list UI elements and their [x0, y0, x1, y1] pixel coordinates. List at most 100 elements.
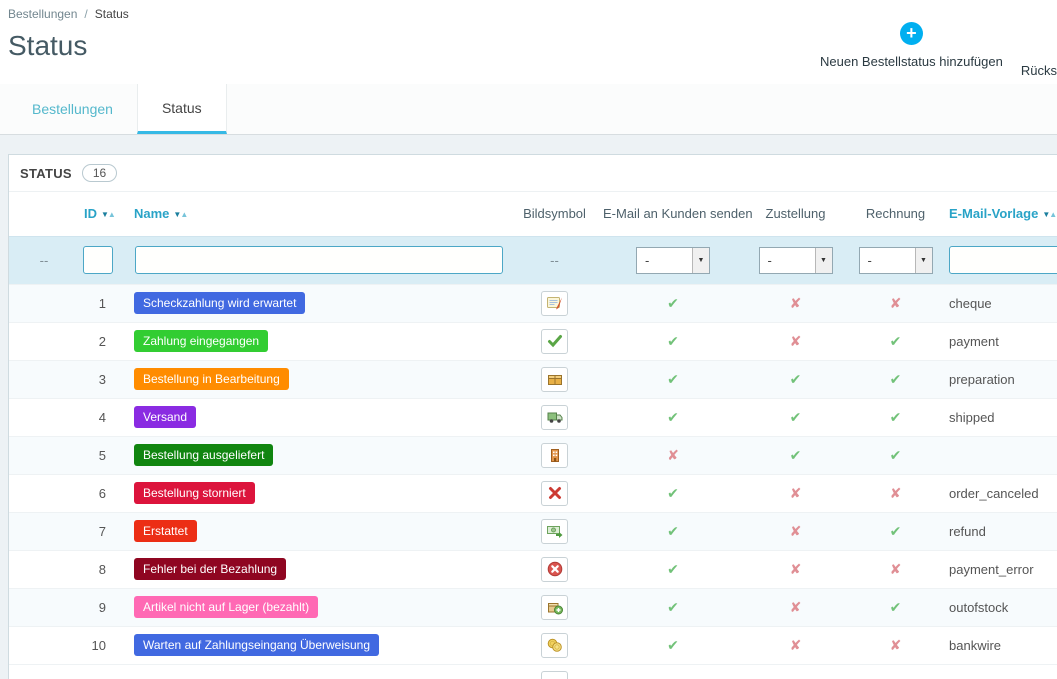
table-row-partial: [9, 663, 1057, 679]
sort-desc-icon[interactable]: ▼: [101, 210, 109, 219]
row-template: preparation: [943, 359, 1057, 398]
row-template: [943, 435, 1057, 474]
row-select-cell: [9, 587, 79, 626]
sort-asc-icon[interactable]: ▲: [108, 210, 116, 219]
status-badge: Scheckzahlung wird erwartet: [134, 292, 306, 314]
row-select-cell: [9, 397, 79, 436]
cross-icon: ✘: [789, 598, 802, 615]
page-header: Bestellungen / Status Status + Neuen Beste…: [0, 0, 1057, 84]
row-template: bankwire: [943, 625, 1057, 664]
header-zustellung-label: Zustellung: [765, 206, 826, 222]
chevron-down-icon: ▼: [914, 247, 932, 273]
tab-status[interactable]: Status: [136, 84, 227, 134]
check-icon: ✔: [667, 560, 679, 577]
returns-button[interactable]: Rücksendungen: [1021, 22, 1057, 78]
row-select-cell: [9, 473, 79, 512]
package-icon: [541, 366, 568, 392]
delivered-icon: [541, 442, 568, 468]
content-area: STATUS 16 ID ▼▲ Name ▼▲ Bildsymbol E-Mai…: [0, 135, 1057, 679]
check-icon: ✔: [667, 522, 679, 539]
table-row[interactable]: 8 Fehler bei der Bezahlung ✔ ✘ ✘ payment_erro…: [9, 549, 1057, 588]
row-id: 9: [79, 587, 134, 626]
header-rechnung: Rechnung: [848, 192, 943, 236]
cheque-icon: [541, 290, 568, 316]
table-row[interactable]: 10 Warten auf Zahlungseingang Überweisung…: [9, 625, 1057, 664]
check-icon: ✔: [667, 370, 679, 387]
row-template: shipped: [943, 397, 1057, 436]
row-select-cell: [9, 625, 79, 664]
bankwire-icon: [541, 632, 568, 658]
row-select-cell: [9, 435, 79, 474]
header-rechnung-label: Rechnung: [865, 206, 926, 222]
chevron-down-icon: ▼: [814, 247, 832, 273]
sort-asc-icon[interactable]: ▲: [1049, 210, 1057, 219]
cross-icon: ✘: [789, 560, 802, 577]
row-select-cell: [9, 359, 79, 398]
status-table-body: 1 Scheckzahlung wird erwartet ✔ ✘ ✘ cheque 2 Za…: [9, 283, 1057, 679]
row-id: 3: [79, 359, 134, 398]
cross-icon: ✘: [789, 332, 802, 349]
filter-zustellung-select-value: -: [767, 252, 772, 268]
cross-icon: ✘: [789, 636, 802, 653]
check-icon: ✔: [889, 370, 902, 387]
accept-icon: [541, 328, 568, 354]
breadcrumb-parent[interactable]: Bestellungen: [8, 7, 77, 21]
row-select-cell: [9, 511, 79, 550]
check-icon: ✔: [789, 446, 802, 463]
add-order-status-button[interactable]: + Neuen Bestellstatus hinzufügen: [820, 22, 1003, 78]
table-row[interactable]: 9 Artikel nicht auf Lager (bezahlt) ✔ ✘ ✔ out…: [9, 587, 1057, 626]
table-row[interactable]: 2 Zahlung eingegangen ✔ ✘ ✔ payment: [9, 321, 1057, 360]
row-template: payment: [943, 321, 1057, 360]
row-select-cell: [9, 283, 79, 322]
filter-name-input[interactable]: [135, 246, 503, 274]
status-table: ID ▼▲ Name ▼▲ Bildsymbol E-Mail an Kunden …: [9, 192, 1057, 679]
table-row[interactable]: 1 Scheckzahlung wird erwartet ✔ ✘ ✘ cheque: [9, 283, 1057, 322]
check-icon: ✔: [667, 294, 679, 311]
sort-asc-icon[interactable]: ▲: [180, 210, 188, 219]
header-name[interactable]: Name ▼▲: [134, 192, 506, 236]
filter-email-select[interactable]: - ▼: [636, 246, 710, 274]
row-id: 5: [79, 435, 134, 474]
status-badge: Versand: [134, 406, 197, 428]
status-icon: [541, 670, 568, 679]
check-icon: ✔: [667, 636, 679, 653]
header-id[interactable]: ID ▼▲: [79, 192, 134, 236]
row-id: 4: [79, 397, 134, 436]
breadcrumb: Bestellungen / Status: [8, 7, 1049, 21]
row-id: 10: [79, 625, 134, 664]
status-badge: Artikel nicht auf Lager (bezahlt): [134, 596, 319, 618]
status-badge: Fehler bei der Bezahlung: [134, 558, 287, 580]
status-badge: Bestellung in Bearbeitung: [134, 368, 289, 390]
check-icon: ✔: [667, 484, 679, 501]
row-select-cell: [9, 549, 79, 588]
table-row[interactable]: 5 Bestellung ausgeliefert ✘ ✔ ✔: [9, 435, 1057, 474]
check-icon: ✔: [667, 408, 679, 425]
status-count-badge: 16: [81, 164, 118, 182]
header-bildsymbol: Bildsymbol: [506, 192, 603, 236]
table-row[interactable]: 7 Erstattet ✔ ✘ ✔ refund: [9, 511, 1057, 550]
status-badge: Bestellung storniert: [134, 482, 255, 504]
filter-rechnung-select[interactable]: - ▼: [858, 246, 933, 274]
breadcrumb-separator: /: [84, 7, 88, 21]
tab-bestellungen-label: Bestellungen: [32, 101, 113, 117]
table-row[interactable]: 4 Versand ✔ ✔ ✔ shipped: [9, 397, 1057, 436]
filter-id-input[interactable]: [83, 246, 113, 274]
payment-error-icon: [541, 556, 568, 582]
filter-zustellung-select[interactable]: - ▼: [758, 246, 833, 274]
tab-bestellungen[interactable]: Bestellungen: [8, 84, 137, 134]
table-header-row: ID ▼▲ Name ▼▲ Bildsymbol E-Mail an Kunden …: [9, 192, 1057, 236]
check-icon: ✔: [889, 446, 902, 463]
status-badge: Warten auf Zahlungseingang Überweisung: [134, 634, 380, 656]
cross-icon: ✘: [789, 294, 802, 311]
filter-template-input[interactable]: [949, 246, 1057, 274]
status-panel: STATUS 16 ID ▼▲ Name ▼▲ Bildsymbol E-Mai…: [8, 154, 1057, 679]
row-id: 8: [79, 549, 134, 588]
check-icon: ✔: [667, 598, 679, 615]
header-name-label: Name: [134, 206, 170, 222]
tab-bar: Bestellungen Status: [0, 84, 1057, 135]
panel-title: STATUS: [20, 165, 72, 181]
header-email-vorlage[interactable]: E-Mail-Vorlage ▼▲: [943, 192, 1057, 236]
table-row[interactable]: 6 Bestellung storniert ✔ ✘ ✘ order_canceled: [9, 473, 1057, 512]
row-template: order_canceled: [943, 473, 1057, 512]
table-row[interactable]: 3 Bestellung in Bearbeitung ✔ ✔ ✔ preparation: [9, 359, 1057, 398]
